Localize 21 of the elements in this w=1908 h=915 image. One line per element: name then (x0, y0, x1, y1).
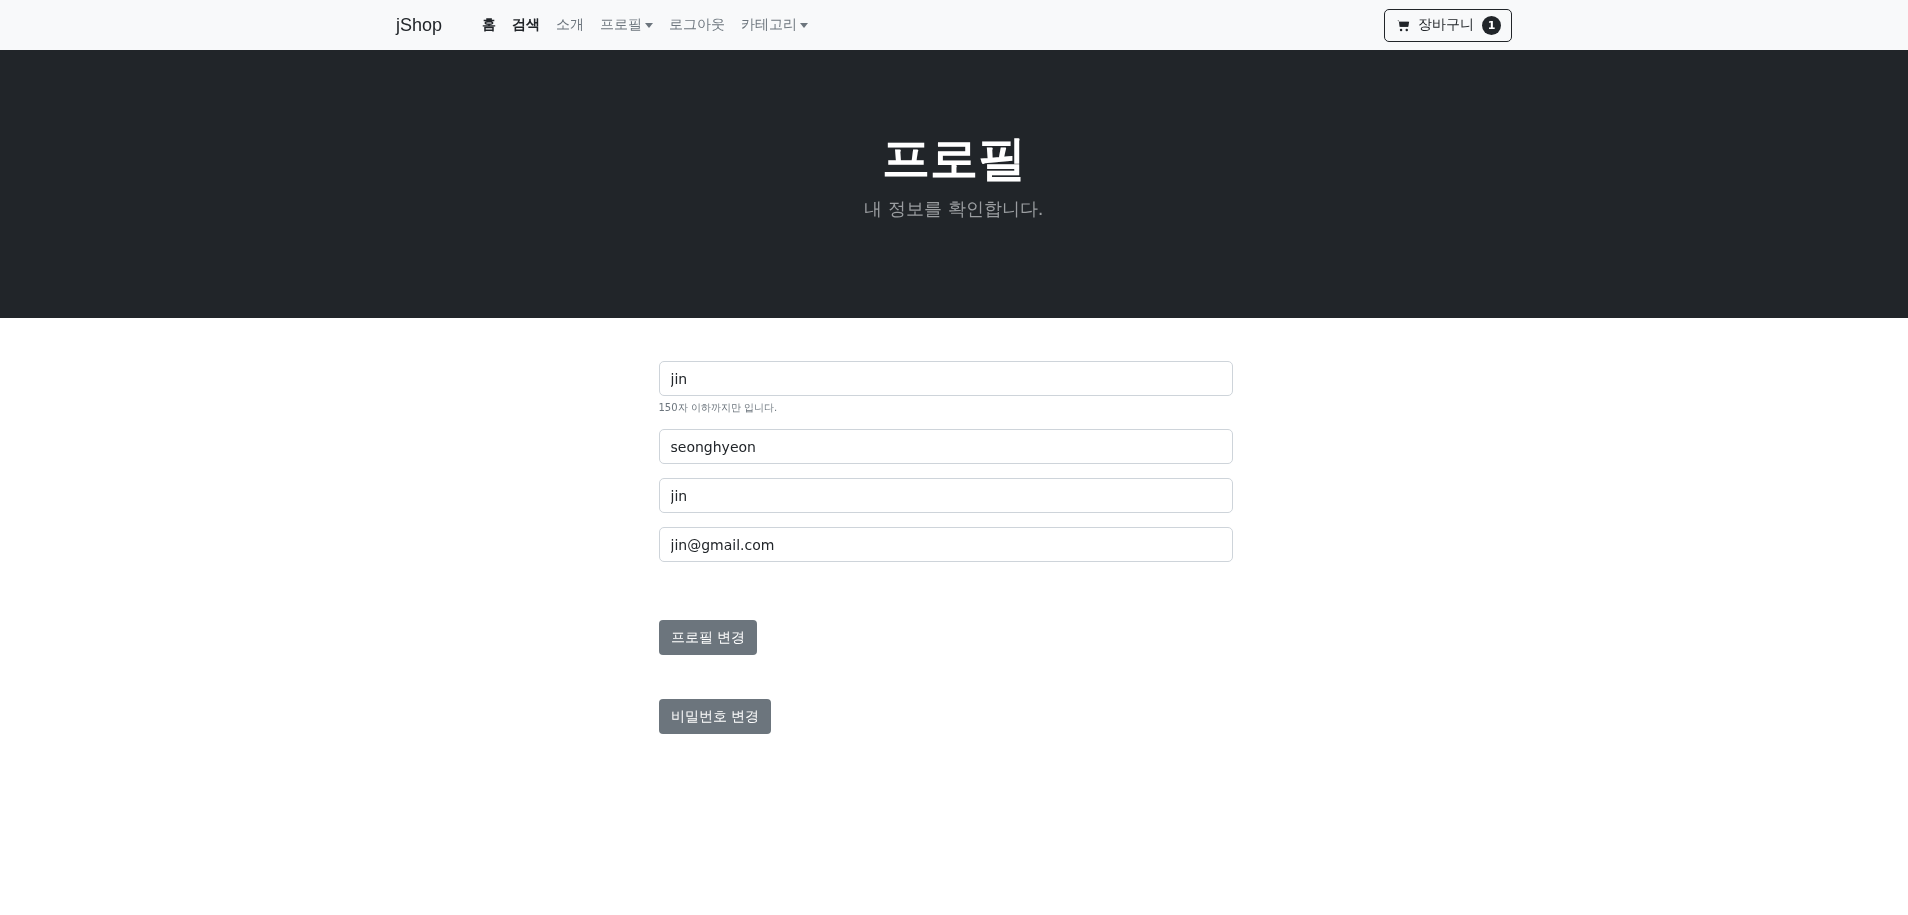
brand-link[interactable]: jShop (396, 14, 443, 36)
input-field[interactable]: jin@gmail.com (658, 527, 1233, 562)
cart-button[interactable]: 장바구니 1 (1384, 8, 1512, 42)
caret-icon (645, 22, 654, 28)
nav-link[interactable]: 검색 (512, 16, 541, 34)
hero-title: 프로필 (882, 129, 1026, 188)
submit-button[interactable]: 비밀번호 변경 (658, 699, 771, 734)
nav-link[interactable]: 소개 (556, 16, 585, 34)
nav-link[interactable]: 로그아웃 (669, 16, 726, 34)
cart-count-badge: 1 (1482, 15, 1501, 35)
cart-icon (1397, 18, 1410, 32)
input-field[interactable]: seonghyeon (658, 429, 1233, 464)
nav-link[interactable]: 프로필 (600, 16, 654, 34)
input-field[interactable]: jin (658, 361, 1233, 396)
help-text: 150자 이하까지만 입니다. (658, 401, 779, 415)
nav-link[interactable]: 홈 (482, 16, 497, 34)
hero-subtitle: 내 정보를 확인합니다. (864, 197, 1044, 221)
nav-link[interactable]: 카테고리 (741, 16, 809, 34)
submit-button[interactable]: 프로필 변경 (658, 620, 757, 655)
caret-icon (800, 22, 809, 28)
input-field[interactable]: jin (658, 478, 1233, 513)
